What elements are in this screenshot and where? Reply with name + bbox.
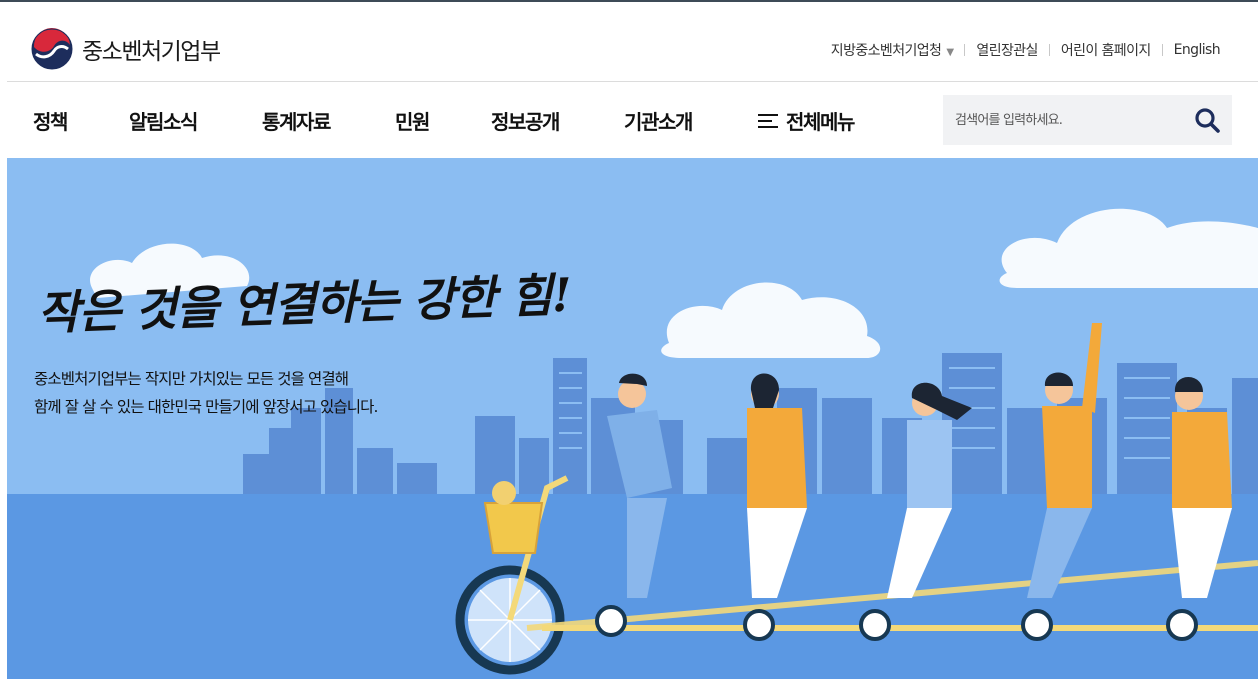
utility-nav: 지방중소벤처기업청 ▼ 열린장관실 어린이 홈페이지 English <box>831 40 1221 60</box>
divider <box>1048 44 1050 56</box>
hero-description-line: 중소벤처기업부는 작지만 가치있는 모든 것을 연결해 <box>34 370 349 388</box>
nav-item-policy[interactable]: 정책 <box>33 106 68 135</box>
nav-item-statistics[interactable]: 통계자료 <box>262 106 331 135</box>
nav-item-about[interactable]: 기관소개 <box>624 106 693 135</box>
site-header: 중소벤처기업부 지방중소벤처기업청 ▼ 열린장관실 어린이 홈페이지 Englis… <box>0 2 1258 82</box>
taegeuk-emblem-icon <box>31 27 73 70</box>
search-icon[interactable] <box>1194 107 1220 133</box>
english-link[interactable]: English <box>1174 42 1221 58</box>
minister-office-link[interactable]: 열린장관실 <box>976 40 1038 60</box>
hero-banner[interactable]: 작은 것을 연결하는 강한 힘! 중소벤처기업부는 작지만 가치있는 모든 것을… <box>7 158 1258 679</box>
divider <box>1161 44 1163 56</box>
all-menu-button[interactable]: 전체메뉴 <box>758 106 855 135</box>
all-menu-label: 전체메뉴 <box>786 110 855 134</box>
regional-office-link[interactable]: 지방중소벤처기업청 ▼ <box>831 40 954 60</box>
nav-item-information-disclosure[interactable]: 정보공개 <box>491 106 560 135</box>
hero-description-line: 함께 잘 살 수 있는 대한민국 만들기에 앞장서고 있습니다. <box>34 398 378 416</box>
nav-item-civil-service[interactable]: 민원 <box>395 106 430 135</box>
nav-item-news[interactable]: 알림소식 <box>129 106 198 135</box>
hero-description: 중소벤처기업부는 작지만 가치있는 모든 것을 연결해 함께 잘 살 수 있는 … <box>34 365 378 421</box>
search-input[interactable] <box>943 95 1173 145</box>
logo-text: 중소벤처기업부 <box>82 39 221 65</box>
divider <box>964 44 966 56</box>
regional-office-label: 지방중소벤처기업청 <box>830 43 942 59</box>
main-nav: 정책 알림소식 통계자료 민원 정보공개 기관소개 전체메뉴 <box>0 82 1258 158</box>
hamburger-menu-icon <box>758 113 778 129</box>
ministry-logo[interactable]: 중소벤처기업부 <box>30 27 221 71</box>
dropdown-caret-icon: ▼ <box>946 47 954 58</box>
kids-homepage-link[interactable]: 어린이 홈페이지 <box>1061 40 1151 60</box>
search-box <box>943 95 1232 145</box>
